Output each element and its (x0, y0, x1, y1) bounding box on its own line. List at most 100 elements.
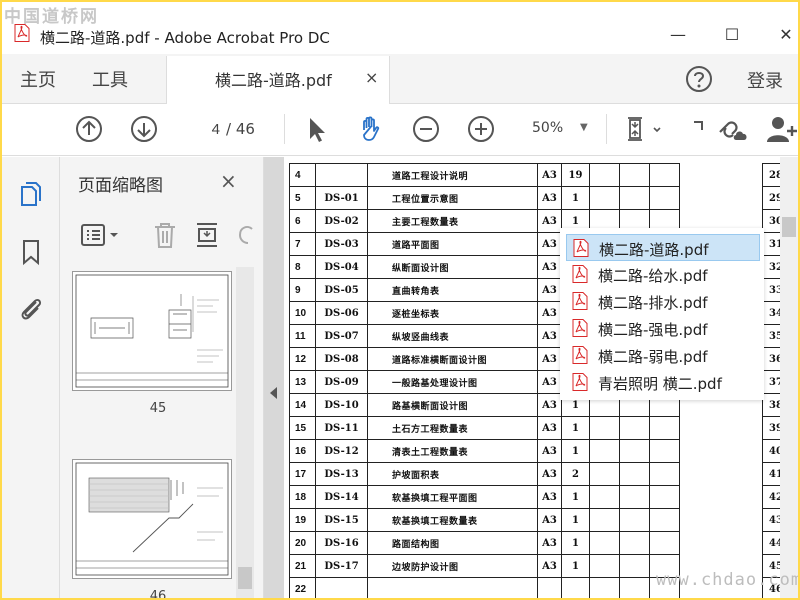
comment-icon[interactable] (692, 114, 706, 144)
close-window-button[interactable]: ✕ (772, 20, 798, 48)
table-cell-no: 22 (289, 577, 316, 598)
fit-page-icon[interactable] (624, 114, 664, 144)
tab-home[interactable]: 主页 (20, 66, 56, 92)
panel-close-button[interactable]: × (220, 169, 237, 193)
cursor-arrow-icon[interactable] (302, 114, 332, 144)
table-cell-size: A3 (537, 416, 562, 440)
table-cell-code: DS-14 (315, 485, 368, 509)
page-thumbnail-46[interactable] (72, 459, 232, 579)
dropdown-item-label: 横二路-给水.pdf (598, 267, 708, 285)
table-row: 32 (762, 255, 780, 279)
scrollbar-thumb[interactable] (782, 217, 796, 237)
table-cell-code: DS-07 (315, 324, 368, 348)
dropdown-item[interactable]: 青岩照明 横二.pdf (566, 369, 760, 396)
table-cell-name: 道路工程设计说明 (367, 163, 538, 187)
table-cell-name: 纵坡竖曲线表 (367, 324, 538, 348)
pdf-icon (572, 346, 588, 364)
table-cell-count: 2 (561, 462, 590, 486)
table-row: 30 (762, 209, 780, 233)
maximize-button[interactable]: ☐ (718, 20, 746, 48)
arrow-down-icon[interactable] (129, 114, 159, 144)
title-bar: 中国道桥网 横二路-道路.pdf - Adobe Acrobat Pro DC … (2, 2, 798, 54)
table-cell-no: 17 (289, 462, 316, 486)
table-row: 33 (762, 278, 780, 302)
arrow-up-icon[interactable] (74, 114, 104, 144)
add-user-icon[interactable] (766, 114, 798, 144)
minimize-button[interactable]: — (664, 20, 692, 48)
table-cell-empty (649, 531, 680, 555)
panel-splitter[interactable] (264, 157, 284, 598)
table-cell-no: 43 (762, 508, 780, 532)
table-cell-size: A3 (537, 485, 562, 509)
attachment-icon[interactable] (16, 293, 46, 323)
rotate-icon[interactable] (234, 223, 258, 247)
document-scrollbar[interactable] (780, 157, 798, 598)
table-cell-name: 工程位置示意图 (367, 186, 538, 210)
table-cell-code: DS-09 (315, 370, 368, 394)
page-thumbnail-45[interactable] (72, 271, 232, 391)
table-cell-empty (589, 416, 620, 440)
tab-close-button[interactable]: × (365, 68, 378, 87)
page-thumbnails-icon[interactable] (16, 179, 46, 209)
page-number-input[interactable] (188, 117, 220, 141)
table-cell-name: 边坡防护设计图 (367, 554, 538, 578)
table-cell-count: 1 (561, 531, 590, 555)
toolbar-divider (606, 114, 607, 144)
window-title: 横二路-道路.pdf - Adobe Acrobat Pro DC (40, 29, 330, 47)
table-cell-no: 12 (289, 347, 316, 371)
trash-icon[interactable] (152, 221, 178, 249)
table-cell-code: DS-10 (315, 393, 368, 417)
dropdown-item[interactable]: 横二路-道路.pdf (566, 234, 760, 261)
zoom-out-icon[interactable] (411, 114, 441, 144)
scrollbar-thumb[interactable] (238, 567, 252, 589)
thumbnails-scrollbar[interactable] (236, 267, 254, 598)
table-cell-name: 直曲转角表 (367, 278, 538, 302)
navigation-rail (2, 157, 60, 598)
tab-bar: 主页 工具 横二路-道路.pdf × 登录 (2, 54, 798, 104)
table-cell-no: 44 (762, 531, 780, 555)
table-cell-empty (649, 462, 680, 486)
chevron-down-icon[interactable]: ▼ (580, 122, 588, 133)
dropdown-item[interactable]: 横二路-弱电.pdf (566, 342, 760, 369)
table-cell-empty (589, 577, 620, 598)
dropdown-item[interactable]: 横二路-强电.pdf (566, 315, 760, 342)
table-row: 28 (762, 163, 780, 187)
table-row: 42 (762, 485, 780, 509)
extract-pages-icon[interactable] (194, 221, 220, 249)
table-cell-code: DS-02 (315, 209, 368, 233)
table-row: 34 (762, 301, 780, 325)
collapse-arrow-icon[interactable] (270, 387, 277, 399)
share-link-icon[interactable] (716, 114, 750, 144)
table-cell-code: DS-08 (315, 347, 368, 371)
table-cell-empty (619, 439, 650, 463)
table-row: 43 (762, 508, 780, 532)
dropdown-item[interactable]: 横二路-排水.pdf (566, 288, 760, 315)
options-menu-icon[interactable] (80, 223, 124, 247)
table-row: 39 (762, 416, 780, 440)
bookmark-icon[interactable] (16, 237, 46, 267)
hand-icon[interactable] (356, 114, 386, 144)
table-row: 38 (762, 393, 780, 417)
acrobat-window: 中国道桥网 横二路-道路.pdf - Adobe Acrobat Pro DC … (2, 2, 798, 598)
table-cell-code: DS-13 (315, 462, 368, 486)
table-cell-empty (649, 186, 680, 210)
table-cell-empty (589, 186, 620, 210)
table-cell-code: DS-06 (315, 301, 368, 325)
table-cell-empty (589, 462, 620, 486)
help-icon[interactable] (685, 65, 713, 93)
table-cell-size: A3 (537, 508, 562, 532)
table-cell-name: 路基横断面设计图 (367, 393, 538, 417)
dropdown-item-label: 横二路-弱电.pdf (598, 348, 708, 366)
tab-document[interactable]: 横二路-道路.pdf × (166, 56, 390, 104)
tab-tools[interactable]: 工具 (92, 66, 128, 92)
dropdown-item[interactable]: 横二路-给水.pdf (566, 261, 760, 288)
table-cell-name (367, 577, 538, 598)
table-row: 17 DS-13 护坡面积表 A3 2 (289, 462, 680, 486)
zoom-in-icon[interactable] (466, 114, 496, 144)
pdf-icon (572, 265, 588, 283)
table-cell-no: 9 (289, 278, 316, 302)
zoom-level[interactable]: 50% (532, 120, 563, 136)
signin-button[interactable]: 登录 (747, 67, 783, 93)
table-cell-empty (619, 485, 650, 509)
table-cell-empty (649, 163, 680, 187)
